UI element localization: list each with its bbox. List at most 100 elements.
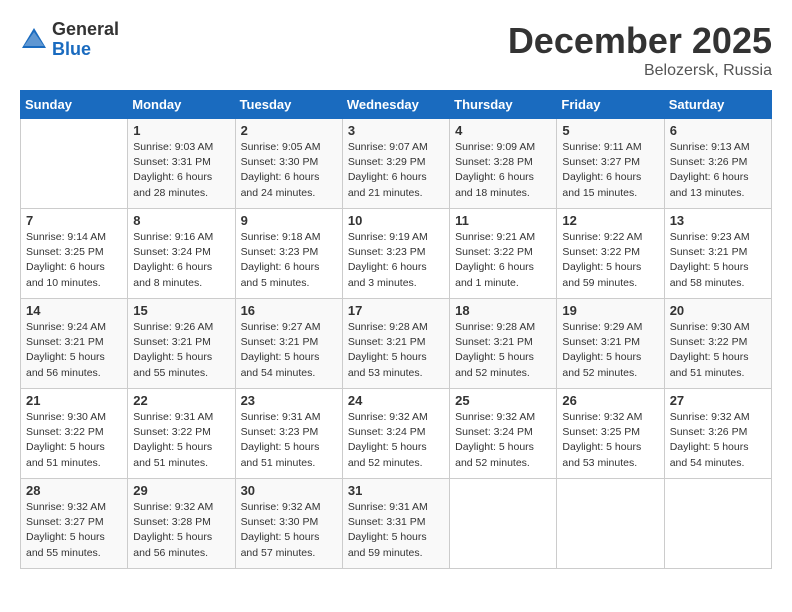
logo-general-text: General [52, 19, 119, 39]
day-info: Sunrise: 9:16 AM Sunset: 3:24 PM Dayligh… [133, 230, 229, 291]
day-number: 8 [133, 213, 229, 228]
col-header-tuesday: Tuesday [235, 91, 342, 119]
col-header-sunday: Sunday [21, 91, 128, 119]
col-header-wednesday: Wednesday [342, 91, 449, 119]
day-info: Sunrise: 9:09 AM Sunset: 3:28 PM Dayligh… [455, 140, 551, 201]
day-cell [21, 119, 128, 209]
day-number: 3 [348, 123, 444, 138]
day-number: 27 [670, 393, 766, 408]
day-info: Sunrise: 9:26 AM Sunset: 3:21 PM Dayligh… [133, 320, 229, 381]
col-header-saturday: Saturday [664, 91, 771, 119]
day-cell: 30 Sunrise: 9:32 AM Sunset: 3:30 PM Dayli… [235, 479, 342, 569]
day-info: Sunrise: 9:23 AM Sunset: 3:21 PM Dayligh… [670, 230, 766, 291]
day-cell [450, 479, 557, 569]
day-cell: 10 Sunrise: 9:19 AM Sunset: 3:23 PM Dayli… [342, 209, 449, 299]
day-cell: 16 Sunrise: 9:27 AM Sunset: 3:21 PM Dayli… [235, 299, 342, 389]
day-cell: 31 Sunrise: 9:31 AM Sunset: 3:31 PM Dayli… [342, 479, 449, 569]
day-number: 18 [455, 303, 551, 318]
day-info: Sunrise: 9:05 AM Sunset: 3:30 PM Dayligh… [241, 140, 337, 201]
day-cell: 11Sunrise: 9:21 AM Sunset: 3:22 PM Dayli… [450, 209, 557, 299]
day-info: Sunrise: 9:27 AM Sunset: 3:21 PM Dayligh… [241, 320, 337, 381]
day-cell: 25 Sunrise: 9:32 AM Sunset: 3:24 PM Dayli… [450, 389, 557, 479]
day-info: Sunrise: 9:07 AM Sunset: 3:29 PM Dayligh… [348, 140, 444, 201]
day-number: 21 [26, 393, 122, 408]
header-row: SundayMondayTuesdayWednesdayThursdayFrid… [21, 91, 772, 119]
day-info: Sunrise: 9:32 AM Sunset: 3:25 PM Dayligh… [562, 410, 658, 471]
week-row-1: 1Sunrise: 9:03 AM Sunset: 3:31 PM Daylig… [21, 119, 772, 209]
day-cell: 24 Sunrise: 9:32 AM Sunset: 3:24 PM Dayli… [342, 389, 449, 479]
day-cell: 29 Sunrise: 9:32 AM Sunset: 3:28 PM Dayli… [128, 479, 235, 569]
day-number: 15 [133, 303, 229, 318]
day-cell: 19 Sunrise: 9:29 AM Sunset: 3:21 PM Dayli… [557, 299, 664, 389]
day-info: Sunrise: 9:32 AM Sunset: 3:27 PM Dayligh… [26, 500, 122, 561]
col-header-monday: Monday [128, 91, 235, 119]
day-cell: 1Sunrise: 9:03 AM Sunset: 3:31 PM Daylig… [128, 119, 235, 209]
week-row-5: 28 Sunrise: 9:32 AM Sunset: 3:27 PM Dayli… [21, 479, 772, 569]
day-number: 24 [348, 393, 444, 408]
day-cell: 21 Sunrise: 9:30 AM Sunset: 3:22 PM Dayli… [21, 389, 128, 479]
col-header-friday: Friday [557, 91, 664, 119]
day-cell [664, 479, 771, 569]
day-number: 30 [241, 483, 337, 498]
day-cell: 23Sunrise: 9:31 AM Sunset: 3:23 PM Dayli… [235, 389, 342, 479]
day-number: 29 [133, 483, 229, 498]
day-cell: 2 Sunrise: 9:05 AM Sunset: 3:30 PM Daylig… [235, 119, 342, 209]
day-info: Sunrise: 9:29 AM Sunset: 3:21 PM Dayligh… [562, 320, 658, 381]
day-number: 20 [670, 303, 766, 318]
day-number: 19 [562, 303, 658, 318]
day-info: Sunrise: 9:24 AM Sunset: 3:21 PM Dayligh… [26, 320, 122, 381]
day-cell: 7Sunrise: 9:14 AM Sunset: 3:25 PM Daylig… [21, 209, 128, 299]
day-cell: 20Sunrise: 9:30 AM Sunset: 3:22 PM Dayli… [664, 299, 771, 389]
page-header: General Blue December 2025 Belozersk, Ru… [20, 20, 772, 80]
month-title: December 2025 [508, 20, 772, 62]
day-cell: 26 Sunrise: 9:32 AM Sunset: 3:25 PM Dayli… [557, 389, 664, 479]
day-cell: 12 Sunrise: 9:22 AM Sunset: 3:22 PM Dayli… [557, 209, 664, 299]
day-number: 2 [241, 123, 337, 138]
logo-icon [20, 26, 48, 54]
day-info: Sunrise: 9:03 AM Sunset: 3:31 PM Dayligh… [133, 140, 229, 201]
day-info: Sunrise: 9:32 AM Sunset: 3:30 PM Dayligh… [241, 500, 337, 561]
day-info: Sunrise: 9:32 AM Sunset: 3:26 PM Dayligh… [670, 410, 766, 471]
day-info: Sunrise: 9:31 AM Sunset: 3:22 PM Dayligh… [133, 410, 229, 471]
day-number: 10 [348, 213, 444, 228]
day-info: Sunrise: 9:14 AM Sunset: 3:25 PM Dayligh… [26, 230, 122, 291]
day-info: Sunrise: 9:11 AM Sunset: 3:27 PM Dayligh… [562, 140, 658, 201]
day-info: Sunrise: 9:19 AM Sunset: 3:23 PM Dayligh… [348, 230, 444, 291]
day-cell [557, 479, 664, 569]
col-header-thursday: Thursday [450, 91, 557, 119]
calendar-table: SundayMondayTuesdayWednesdayThursdayFrid… [20, 90, 772, 569]
day-cell: 9Sunrise: 9:18 AM Sunset: 3:23 PM Daylig… [235, 209, 342, 299]
week-row-2: 7Sunrise: 9:14 AM Sunset: 3:25 PM Daylig… [21, 209, 772, 299]
day-number: 12 [562, 213, 658, 228]
logo: General Blue [20, 20, 119, 60]
day-number: 22 [133, 393, 229, 408]
day-info: Sunrise: 9:32 AM Sunset: 3:24 PM Dayligh… [348, 410, 444, 471]
day-number: 5 [562, 123, 658, 138]
day-number: 6 [670, 123, 766, 138]
title-block: December 2025 Belozersk, Russia [508, 20, 772, 80]
week-row-3: 14Sunrise: 9:24 AM Sunset: 3:21 PM Dayli… [21, 299, 772, 389]
day-cell: 15 Sunrise: 9:26 AM Sunset: 3:21 PM Dayli… [128, 299, 235, 389]
day-number: 9 [241, 213, 337, 228]
day-cell: 13 Sunrise: 9:23 AM Sunset: 3:21 PM Dayli… [664, 209, 771, 299]
day-cell: 8 Sunrise: 9:16 AM Sunset: 3:24 PM Daylig… [128, 209, 235, 299]
day-number: 28 [26, 483, 122, 498]
day-info: Sunrise: 9:31 AM Sunset: 3:31 PM Dayligh… [348, 500, 444, 561]
day-cell: 17Sunrise: 9:28 AM Sunset: 3:21 PM Dayli… [342, 299, 449, 389]
day-number: 16 [241, 303, 337, 318]
day-info: Sunrise: 9:30 AM Sunset: 3:22 PM Dayligh… [26, 410, 122, 471]
day-info: Sunrise: 9:32 AM Sunset: 3:24 PM Dayligh… [455, 410, 551, 471]
day-number: 25 [455, 393, 551, 408]
day-cell: 27 Sunrise: 9:32 AM Sunset: 3:26 PM Dayli… [664, 389, 771, 479]
day-cell: 5 Sunrise: 9:11 AM Sunset: 3:27 PM Daylig… [557, 119, 664, 209]
logo-blue-text: Blue [52, 39, 91, 59]
day-info: Sunrise: 9:32 AM Sunset: 3:28 PM Dayligh… [133, 500, 229, 561]
day-number: 26 [562, 393, 658, 408]
day-number: 13 [670, 213, 766, 228]
day-info: Sunrise: 9:22 AM Sunset: 3:22 PM Dayligh… [562, 230, 658, 291]
day-number: 31 [348, 483, 444, 498]
day-cell: 18Sunrise: 9:28 AM Sunset: 3:21 PM Dayli… [450, 299, 557, 389]
day-cell: 14Sunrise: 9:24 AM Sunset: 3:21 PM Dayli… [21, 299, 128, 389]
day-cell: 3 Sunrise: 9:07 AM Sunset: 3:29 PM Daylig… [342, 119, 449, 209]
day-number: 23 [241, 393, 337, 408]
